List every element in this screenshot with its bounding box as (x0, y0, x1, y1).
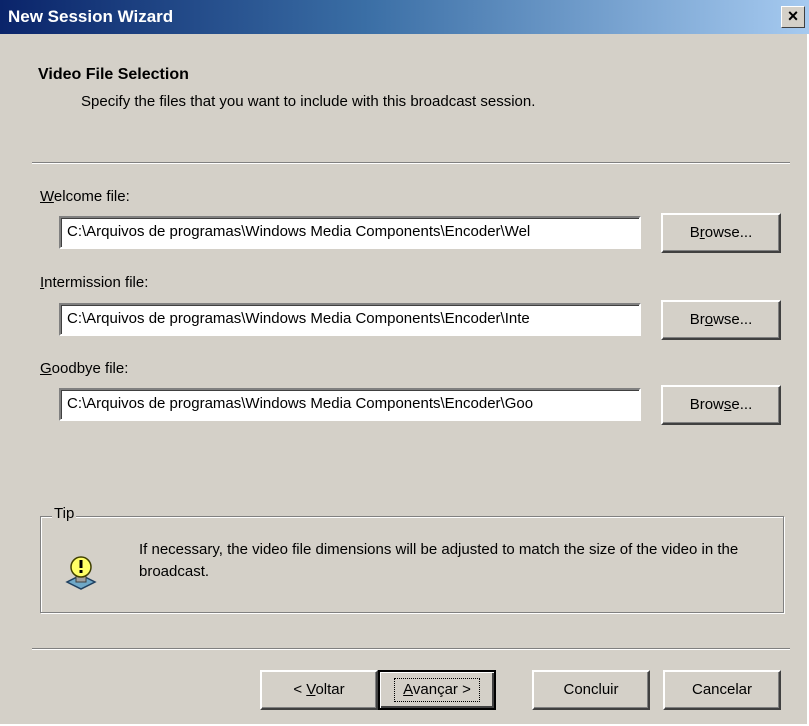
welcome-file-input[interactable]: C:\Arquivos de programas\Windows Media C… (59, 216, 641, 249)
close-icon: × (787, 6, 799, 26)
window-title: New Session Wizard (8, 7, 174, 26)
next-button[interactable]: Avançar > (378, 670, 496, 710)
tip-label: Tip (52, 505, 77, 522)
goodbye-browse-button[interactable]: Browse... (661, 385, 781, 425)
intermission-file-input[interactable]: C:\Arquivos de programas\Windows Media C… (59, 303, 641, 336)
intermission-file-label: Intermission file: (40, 274, 149, 291)
back-button[interactable]: < Voltar (260, 670, 378, 710)
welcome-browse-button[interactable]: Browse... (661, 213, 781, 253)
wizard-window: New Session Wizard × Video File Selectio… (0, 0, 809, 726)
tip-text: If necessary, the video file dimensions … (139, 541, 739, 580)
page-title: Video File Selection (38, 66, 189, 83)
intermission-browse-button[interactable]: Browse... (661, 300, 781, 340)
lightbulb-icon (65, 556, 97, 590)
page-subtitle: Specify the files that you want to inclu… (81, 93, 536, 110)
title-bar[interactable]: New Session Wizard × (0, 0, 809, 34)
close-button[interactable]: × (781, 6, 805, 28)
cancel-button[interactable]: Cancelar (663, 670, 781, 710)
header-separator (32, 162, 790, 164)
goodbye-file-input[interactable]: C:\Arquivos de programas\Windows Media C… (59, 388, 641, 421)
goodbye-file-label: Goodbye file: (40, 360, 129, 377)
footer-separator (32, 648, 790, 650)
welcome-file-label: Welcome file: (40, 188, 130, 205)
finish-button[interactable]: Concluir (532, 670, 650, 710)
